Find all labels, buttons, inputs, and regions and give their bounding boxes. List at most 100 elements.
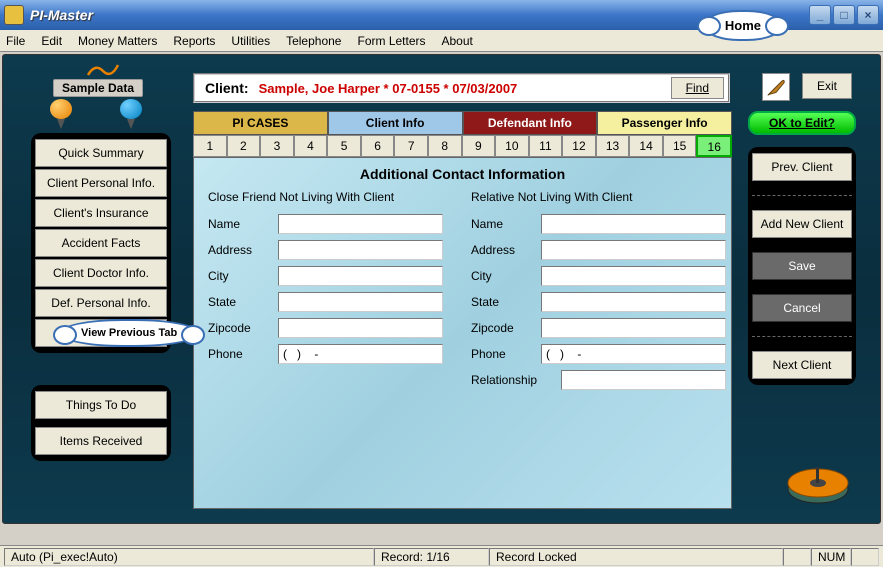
- nav-quick-summary[interactable]: Quick Summary: [35, 139, 167, 167]
- status-bar: Auto (Pi_exec!Auto) Record: 1/16 Record …: [0, 545, 883, 567]
- page-tab-6[interactable]: 6: [361, 135, 395, 157]
- next-client-button[interactable]: Next Client: [752, 351, 852, 379]
- right-nav: Prev. Client Add New Client Save Cancel …: [748, 147, 856, 385]
- orange-pin-icon[interactable]: [48, 99, 74, 129]
- relative-state-input[interactable]: [541, 292, 726, 312]
- page-tab-5[interactable]: 5: [327, 135, 361, 157]
- nav-client-doctor[interactable]: Client Doctor Info.: [35, 259, 167, 287]
- page-tab-12[interactable]: 12: [562, 135, 596, 157]
- page-tab-13[interactable]: 13: [596, 135, 630, 157]
- section-tabs: PI CASES Client Info Defendant Info Pass…: [193, 111, 732, 135]
- left-nav-2: Things To Do Items Received: [31, 385, 171, 461]
- page-tab-9[interactable]: 9: [462, 135, 496, 157]
- divider: [752, 195, 852, 196]
- relative-name-input[interactable]: [541, 214, 726, 234]
- relative-phone-input[interactable]: [541, 344, 726, 364]
- status-left: Auto (Pi_exec!Auto): [4, 548, 374, 566]
- tab-passenger-info[interactable]: Passenger Info: [597, 111, 732, 135]
- relative-address-input[interactable]: [541, 240, 726, 260]
- prev-client-button[interactable]: Prev. Client: [752, 153, 852, 181]
- friend-phone-input[interactable]: [278, 344, 443, 364]
- page-tab-2[interactable]: 2: [227, 135, 261, 157]
- friend-state-input[interactable]: [278, 292, 443, 312]
- close-button[interactable]: ×: [857, 5, 879, 25]
- relative-column: Relative Not Living With Client Name Add…: [457, 190, 740, 396]
- friend-city-label: City: [208, 269, 278, 283]
- friend-address-label: Address: [208, 243, 278, 257]
- friend-zip-input[interactable]: [278, 318, 443, 338]
- exit-button[interactable]: Exit: [802, 73, 852, 99]
- friend-phone-label: Phone: [208, 347, 278, 361]
- main-frame: Sample Data Client: Sample, Joe Harper *…: [2, 54, 881, 524]
- menu-about[interactable]: About: [442, 34, 473, 48]
- friend-zip-label: Zipcode: [208, 321, 278, 335]
- page-tab-7[interactable]: 7: [394, 135, 428, 157]
- friend-name-label: Name: [208, 217, 278, 231]
- view-previous-tab-cloud[interactable]: View Previous Tab: [59, 319, 199, 347]
- nav-client-insurance[interactable]: Client's Insurance: [35, 199, 167, 227]
- tab-client-info[interactable]: Client Info: [328, 111, 463, 135]
- page-tab-16[interactable]: 16: [696, 135, 732, 157]
- nav-def-personal[interactable]: Def. Personal Info.: [35, 289, 167, 317]
- menu-utilities[interactable]: Utilities: [231, 34, 270, 48]
- menu-reports[interactable]: Reports: [173, 34, 215, 48]
- friend-name-input[interactable]: [278, 214, 443, 234]
- menu-formletters[interactable]: Form Letters: [357, 34, 425, 48]
- status-lock: Record Locked: [489, 548, 783, 566]
- client-bar: Client: Sample, Joe Harper * 07-0155 * 0…: [193, 73, 730, 103]
- menu-edit[interactable]: Edit: [41, 34, 62, 48]
- minimize-button[interactable]: _: [809, 5, 831, 25]
- find-button[interactable]: Find: [671, 77, 724, 99]
- content-panel: Additional Contact Information Close Fri…: [193, 157, 732, 509]
- add-new-client-button[interactable]: Add New Client: [752, 210, 852, 238]
- nav-client-personal[interactable]: Client Personal Info.: [35, 169, 167, 197]
- relative-zip-input[interactable]: [541, 318, 726, 338]
- friend-city-input[interactable]: [278, 266, 443, 286]
- right-panel: OK to Edit? Prev. Client Add New Client …: [748, 111, 856, 385]
- menu-telephone[interactable]: Telephone: [286, 34, 341, 48]
- status-record: Record: 1/16: [374, 548, 489, 566]
- relative-city-input[interactable]: [541, 266, 726, 286]
- menu-money[interactable]: Money Matters: [78, 34, 157, 48]
- home-cloud[interactable]: Home: [703, 10, 783, 41]
- page-tab-1[interactable]: 1: [193, 135, 227, 157]
- divider: [752, 336, 852, 337]
- page-tab-14[interactable]: 14: [629, 135, 663, 157]
- relative-relationship-input[interactable]: [561, 370, 726, 390]
- close-friend-column: Close Friend Not Living With Client Name…: [194, 190, 457, 396]
- page-tab-4[interactable]: 4: [294, 135, 328, 157]
- maximize-button[interactable]: □: [833, 5, 855, 25]
- window-title: PI-Master: [30, 7, 809, 23]
- nav-things-todo[interactable]: Things To Do: [35, 391, 167, 419]
- blue-pin-icon[interactable]: [118, 99, 144, 129]
- nav-items-received[interactable]: Items Received: [35, 427, 167, 455]
- client-value: Sample, Joe Harper * 07-0155 * 07/03/200…: [255, 81, 671, 96]
- menu-file[interactable]: File: [6, 34, 25, 48]
- app-icon: [4, 5, 24, 25]
- friend-address-input[interactable]: [278, 240, 443, 260]
- relative-zip-label: Zipcode: [471, 321, 541, 335]
- tab-defendant-info[interactable]: Defendant Info: [463, 111, 598, 135]
- col1-title: Close Friend Not Living With Client: [208, 190, 443, 204]
- tab-pi-cases[interactable]: PI CASES: [193, 111, 328, 135]
- relative-name-label: Name: [471, 217, 541, 231]
- relative-city-label: City: [471, 269, 541, 283]
- page-tab-11[interactable]: 11: [529, 135, 563, 157]
- page-tab-10[interactable]: 10: [495, 135, 529, 157]
- cancel-button[interactable]: Cancel: [752, 294, 852, 322]
- page-tab-8[interactable]: 8: [428, 135, 462, 157]
- page-tab-3[interactable]: 3: [260, 135, 294, 157]
- relative-address-label: Address: [471, 243, 541, 257]
- status-blank1: [783, 548, 811, 566]
- ok-to-edit-button[interactable]: OK to Edit?: [748, 111, 856, 135]
- friend-state-label: State: [208, 295, 278, 309]
- save-button[interactable]: Save: [752, 252, 852, 280]
- hard-disk-icon: [786, 463, 850, 507]
- status-blank2: [851, 548, 879, 566]
- relative-phone-label: Phone: [471, 347, 541, 361]
- col2-title: Relative Not Living With Client: [471, 190, 726, 204]
- page-tab-15[interactable]: 15: [663, 135, 697, 157]
- nav-accident-facts[interactable]: Accident Facts: [35, 229, 167, 257]
- swirl-icon: [83, 61, 123, 79]
- feather-icon[interactable]: [762, 73, 790, 101]
